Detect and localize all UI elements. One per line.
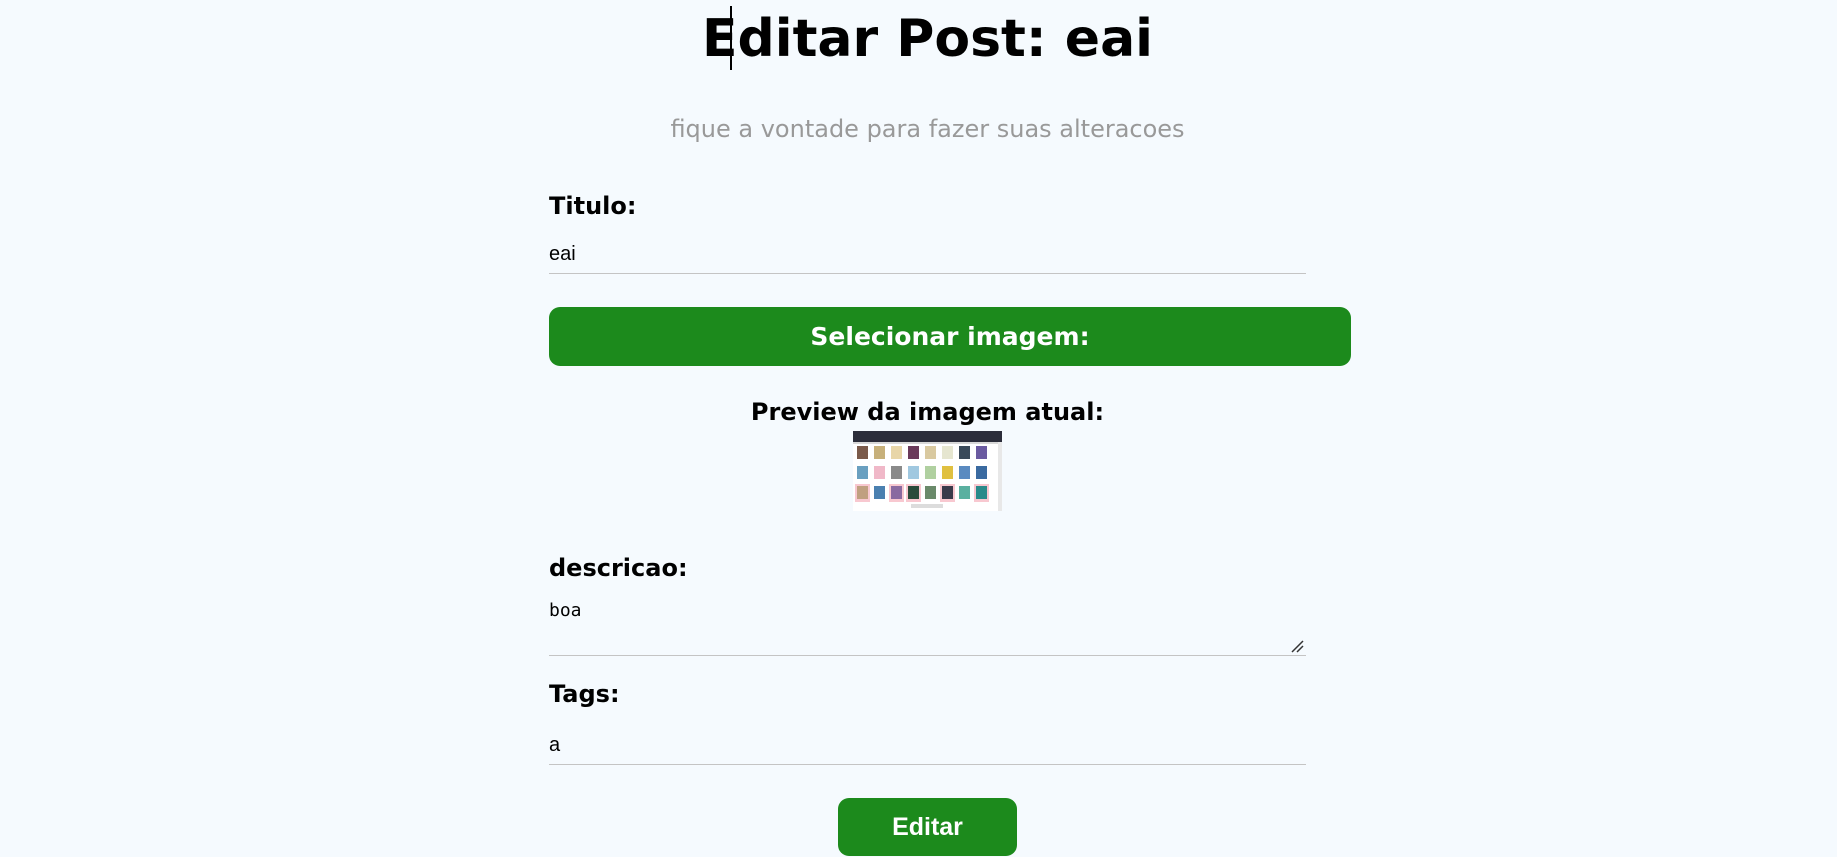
tags-label: Tags:	[549, 680, 620, 708]
page-title: Editar Post: eai	[702, 9, 1153, 69]
page-subtitle: fique a vontade para fazer suas alteraco…	[670, 115, 1185, 143]
preview-label: Preview da imagem atual:	[750, 398, 1105, 426]
image-preview	[853, 431, 1002, 511]
text-caret	[730, 6, 732, 70]
editar-submit-button[interactable]: Editar	[838, 798, 1017, 856]
edit-post-page: Editar Post: eai fique a vontade para fa…	[0, 0, 1837, 857]
descricao-textarea[interactable]: boa	[549, 596, 1306, 656]
resize-handle-icon[interactable]	[1290, 639, 1304, 653]
tags-input[interactable]	[549, 727, 1306, 765]
titulo-label: Titulo:	[549, 192, 637, 220]
titulo-input[interactable]	[549, 236, 1306, 274]
descricao-label: descricao:	[549, 554, 688, 582]
select-image-button[interactable]: Selecionar imagem:	[549, 307, 1351, 366]
image-preview-thumbnail	[853, 431, 1002, 511]
